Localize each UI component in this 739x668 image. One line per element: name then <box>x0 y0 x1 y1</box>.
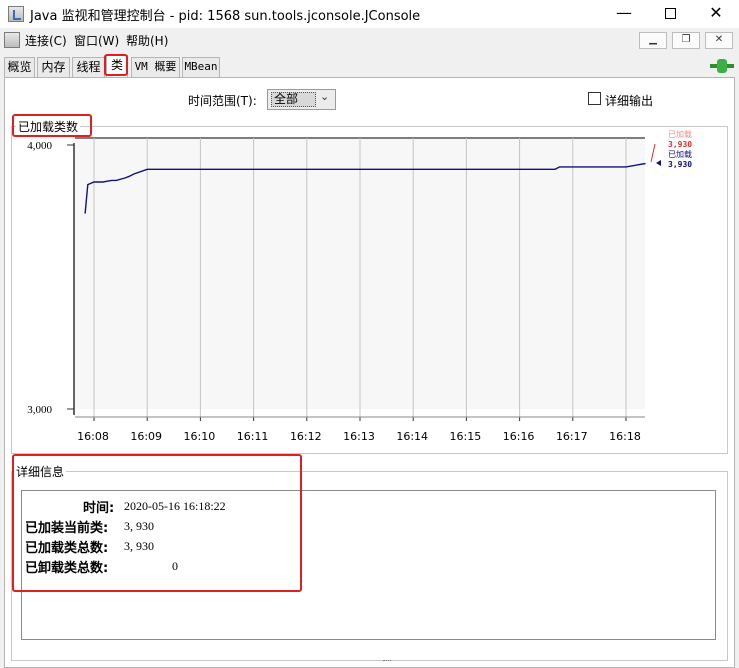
x-tick-label: 16:15 <box>450 430 482 443</box>
x-tick-label: 16:18 <box>609 430 641 443</box>
detail-value-total-unloaded: 0 <box>172 559 178 573</box>
legend-name-blue: 已加载 <box>668 149 692 159</box>
legend-name-red: 已加载 <box>668 129 692 139</box>
x-tick-label: 16:12 <box>290 430 322 443</box>
y-tick-label: 3,000 <box>27 404 52 416</box>
x-tick-label: 16:14 <box>396 430 428 443</box>
y-tick-label: 4,000 <box>27 140 52 152</box>
x-tick-label: 16:09 <box>130 430 162 443</box>
legend-value-red: 3,930 <box>668 140 692 149</box>
chart-title: 已加载类数 <box>16 118 81 135</box>
detail-label-current-loaded: 已加装当前类: <box>25 521 109 536</box>
detail-value-time: 2020-05-16 16:18:22 <box>124 499 226 513</box>
legend-marker-blue <box>656 160 661 166</box>
x-tick-label: 16:11 <box>237 430 269 443</box>
detail-label-total-unloaded: 已卸载类总数: <box>25 561 109 576</box>
x-tick-label: 16:08 <box>77 430 109 443</box>
detail-label-total-loaded: 已加载类总数: <box>25 541 109 556</box>
x-tick-label: 16:16 <box>503 430 535 443</box>
x-tick-label: 16:10 <box>184 430 216 443</box>
legend-value-blue: 3,930 <box>668 160 692 169</box>
legend-marker-red <box>650 143 656 163</box>
detail-value-current-loaded: 3, 930 <box>124 519 154 533</box>
x-tick-label: 16:17 <box>556 430 588 443</box>
details-title: 详细信息 <box>14 463 67 480</box>
x-tick-label: 16:13 <box>343 430 375 443</box>
detail-value-total-loaded: 3, 930 <box>124 539 154 553</box>
detail-label-time: 时间: <box>83 501 115 516</box>
resize-grip[interactable] <box>383 660 391 668</box>
